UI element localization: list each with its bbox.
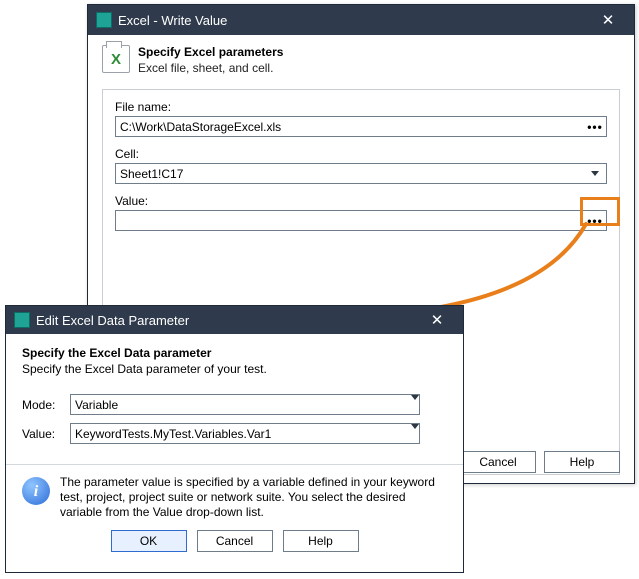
info-icon: i xyxy=(22,477,50,505)
dialog-value-label: Value: xyxy=(22,427,70,441)
mode-value[interactable]: Variable xyxy=(71,395,411,414)
dialog-value-input[interactable]: KeywordTests.MyTest.Variables.Var1 xyxy=(70,423,420,444)
dialog-cancel-button[interactable]: Cancel xyxy=(197,530,273,552)
dialog-title: Edit Excel Data Parameter xyxy=(36,313,419,328)
dialog-header-sub: Specify the Excel Data parameter of your… xyxy=(22,362,447,376)
file-name-ellipsis-icon[interactable]: ••• xyxy=(584,117,606,136)
cell-input[interactable]: Sheet1!C17 xyxy=(115,163,607,184)
mode-input[interactable]: Variable xyxy=(70,394,420,415)
excel-icon: X xyxy=(102,45,130,73)
value-ellipsis-icon[interactable]: ••• xyxy=(584,211,606,230)
value-input[interactable]: ••• xyxy=(115,210,607,231)
dialog-app-icon xyxy=(14,312,30,328)
mode-chevron-down-icon[interactable] xyxy=(411,395,419,414)
value-label: Value: xyxy=(115,194,607,208)
dialog-close-icon[interactable]: ✕ xyxy=(419,305,455,335)
info-text: The parameter value is specified by a va… xyxy=(60,475,447,520)
dialog-help-button[interactable]: Help xyxy=(283,530,359,552)
value-value[interactable] xyxy=(116,211,584,230)
main-title: Excel - Write Value xyxy=(118,13,590,28)
cancel-button[interactable]: Cancel xyxy=(460,451,536,473)
dialog-value-chevron-down-icon[interactable] xyxy=(411,424,419,443)
edit-parameter-dialog: Edit Excel Data Parameter ✕ Specify the … xyxy=(5,305,464,573)
close-icon[interactable]: ✕ xyxy=(590,5,626,35)
cell-label: Cell: xyxy=(115,147,607,161)
main-header: X Specify Excel parameters Excel file, s… xyxy=(88,35,634,89)
dialog-footer: OK Cancel Help xyxy=(22,530,447,552)
main-header-title: Specify Excel parameters xyxy=(138,45,283,59)
help-button[interactable]: Help xyxy=(544,451,620,473)
ok-button[interactable]: OK xyxy=(111,530,187,552)
dialog-divider xyxy=(6,464,463,465)
app-icon xyxy=(96,12,112,28)
file-name-label: File name: xyxy=(115,100,607,114)
cell-chevron-down-icon[interactable] xyxy=(584,164,606,183)
dialog-value-value[interactable]: KeywordTests.MyTest.Variables.Var1 xyxy=(71,424,411,443)
file-name-input[interactable]: C:\Work\DataStorageExcel.xls ••• xyxy=(115,116,607,137)
dialog-header-title: Specify the Excel Data parameter xyxy=(22,346,447,360)
dialog-titlebar[interactable]: Edit Excel Data Parameter ✕ xyxy=(6,306,463,334)
cell-value[interactable]: Sheet1!C17 xyxy=(116,164,584,183)
main-header-sub: Excel file, sheet, and cell. xyxy=(138,61,283,75)
file-name-value[interactable]: C:\Work\DataStorageExcel.xls xyxy=(116,117,584,136)
mode-label: Mode: xyxy=(22,398,70,412)
main-titlebar[interactable]: Excel - Write Value ✕ xyxy=(88,5,634,35)
